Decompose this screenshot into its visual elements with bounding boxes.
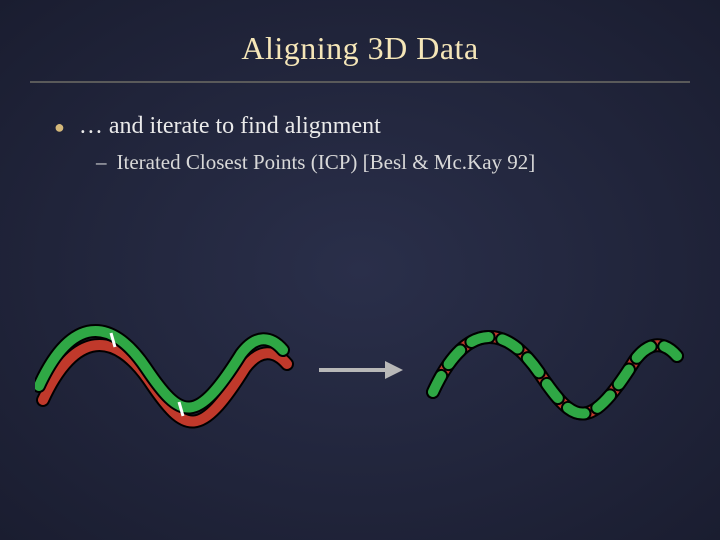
dash-icon: – — [96, 150, 107, 175]
slide-title: Aligning 3D Data — [50, 30, 670, 67]
slide: Aligning 3D Data ● … and iterate to find… — [0, 0, 720, 540]
bullet-sub-text: Iterated Closest Points (ICP) [Besl & Mc… — [117, 150, 536, 175]
figure-area — [0, 300, 720, 440]
arrow-icon — [315, 355, 405, 385]
bullet-main-text: … and iterate to find alignment — [79, 113, 381, 140]
curves-before-icon — [35, 300, 295, 440]
title-underline — [30, 81, 690, 83]
curves-after-icon — [425, 300, 685, 440]
bullet-dot-icon: ● — [54, 117, 65, 138]
bullet-main: ● … and iterate to find alignment — [50, 113, 670, 140]
bullet-sub: – Iterated Closest Points (ICP) [Besl & … — [96, 150, 670, 175]
